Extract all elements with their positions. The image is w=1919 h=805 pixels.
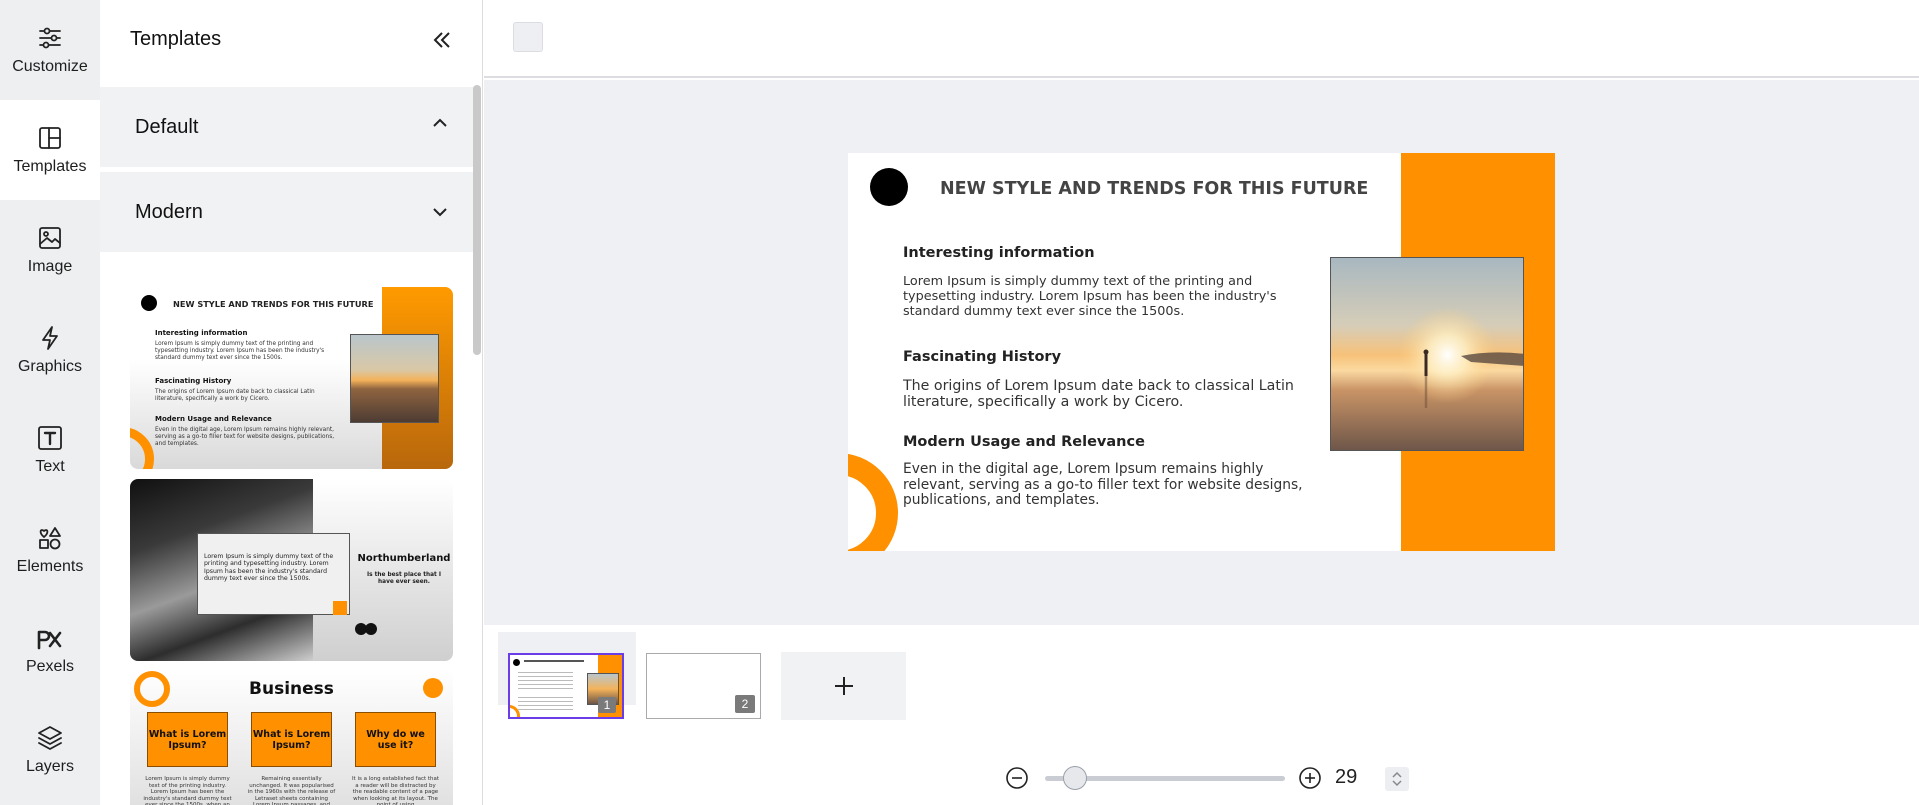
page-thumb-1[interactable]: 1 bbox=[508, 653, 624, 719]
mini-dot bbox=[513, 659, 520, 666]
layout-icon bbox=[39, 127, 61, 149]
nav-label: Image bbox=[27, 258, 73, 275]
left-nav: Customize Templates Image Graphics Text … bbox=[0, 0, 100, 805]
thumb-p2: The origins of Lorem Ipsum date back to … bbox=[155, 389, 315, 402]
nav-label: Text bbox=[35, 458, 65, 475]
thumb-col-2: Remaining essentially unchanged. It was … bbox=[247, 776, 336, 805]
plus-icon bbox=[834, 677, 853, 695]
section-label: Default bbox=[135, 115, 199, 138]
chevron-down-icon bbox=[433, 208, 447, 217]
section-modern[interactable]: Modern bbox=[100, 172, 475, 252]
nav-label: Templates bbox=[13, 158, 87, 175]
section-heading-3[interactable]: Modern Usage and Relevance bbox=[903, 434, 1145, 450]
sunset-beach-image bbox=[1331, 258, 1523, 450]
plus-circle-icon bbox=[1299, 767, 1321, 789]
slide-canvas[interactable]: NEW STYLE AND TRENDS FOR THIS FUTURE Int… bbox=[848, 153, 1555, 551]
thumb-arc bbox=[130, 427, 154, 469]
zoom-value[interactable]: 29 bbox=[1335, 766, 1357, 789]
section-default[interactable]: Default bbox=[100, 87, 475, 167]
section-text-1[interactable]: Lorem Ipsum is simply dummy text of the … bbox=[903, 274, 1303, 319]
nav-graphics[interactable]: Graphics bbox=[0, 300, 100, 400]
thumb-h2: Fascinating History bbox=[155, 377, 232, 385]
nav-label: Pexels bbox=[25, 658, 75, 675]
panel-scrollbar[interactable] bbox=[473, 85, 481, 355]
add-page-button[interactable] bbox=[781, 652, 906, 720]
panel-title: Templates bbox=[130, 28, 222, 50]
thumb-p3: Even in the digital age, Lorem Ipsum rem… bbox=[155, 427, 335, 447]
color-swatch-button[interactable] bbox=[513, 22, 543, 52]
minus-circle-icon bbox=[1006, 767, 1028, 789]
zoom-in-button[interactable] bbox=[1298, 766, 1322, 790]
thumb-h3: Modern Usage and Relevance bbox=[155, 415, 272, 423]
template-thumb-3[interactable]: Business What is Lorem Ipsum? What is Lo… bbox=[130, 669, 453, 805]
section-text-3[interactable]: Even in the digital age, Lorem Ipsum rem… bbox=[903, 461, 1313, 509]
thumb-dot bbox=[141, 295, 157, 311]
top-toolbar bbox=[484, 0, 1919, 78]
nav-label: Elements bbox=[16, 558, 84, 575]
slide-photo[interactable] bbox=[1330, 257, 1524, 451]
template-thumb-2[interactable]: Lorem Ipsum is simply dummy text of the … bbox=[130, 479, 453, 661]
thumb-title: NEW STYLE AND TRENDS FOR THIS FUTURE bbox=[173, 299, 374, 309]
collapse-panel-button[interactable] bbox=[430, 28, 454, 52]
decorative-arc bbox=[848, 453, 898, 551]
nav-image[interactable]: Image bbox=[0, 200, 100, 300]
thumb-box-3: Why do we use it? bbox=[355, 712, 436, 767]
zoom-stepper[interactable] bbox=[1385, 767, 1409, 791]
thumb-heading: Northumberland bbox=[357, 553, 451, 564]
thumb-photo bbox=[350, 334, 439, 423]
thumb-heading: Business bbox=[249, 679, 334, 699]
nav-templates[interactable]: Templates bbox=[0, 100, 100, 200]
nav-elements[interactable]: Elements bbox=[0, 500, 100, 600]
mini-text-lines bbox=[518, 672, 573, 692]
thumb-p1: Lorem Ipsum is simply dummy text of the … bbox=[155, 341, 325, 361]
decorative-dot[interactable] bbox=[870, 168, 908, 206]
zoom-out-button[interactable] bbox=[1005, 766, 1029, 790]
chevron-up-icon bbox=[433, 118, 447, 127]
thumb-h1: Interesting information bbox=[155, 329, 248, 337]
editor-app: Customize Templates Image Graphics Text … bbox=[0, 0, 1919, 805]
section-heading-1[interactable]: Interesting information bbox=[903, 245, 1095, 261]
nav-pexels[interactable]: Pexels bbox=[0, 600, 100, 700]
pexels-icon bbox=[37, 630, 62, 650]
section-text-2[interactable]: The origins of Lorem Ipsum date back to … bbox=[903, 378, 1313, 410]
thumb-box-1: What is Lorem Ipsum? bbox=[147, 712, 228, 767]
layers-icon bbox=[38, 726, 62, 750]
thumb-box-text: Lorem Ipsum is simply dummy text of the … bbox=[204, 553, 334, 583]
thumb-box-2: What is Lorem Ipsum? bbox=[251, 712, 332, 767]
sliders-icon bbox=[39, 27, 61, 49]
image-icon bbox=[39, 227, 61, 249]
thumb-col-1: Lorem Ipsum is simply dummy text of the … bbox=[143, 776, 232, 805]
thumb-accent-square bbox=[333, 601, 347, 615]
section-heading-2[interactable]: Fascinating History bbox=[903, 349, 1061, 365]
page-number: 2 bbox=[735, 695, 755, 713]
thumb-col-3: It is a long established fact that a rea… bbox=[351, 776, 440, 805]
nav-label: Customize bbox=[12, 58, 88, 75]
nav-layers[interactable]: Layers bbox=[0, 700, 100, 800]
thumb-dot-b bbox=[365, 623, 377, 635]
lightning-icon bbox=[42, 326, 58, 350]
mini-text-lines bbox=[518, 697, 573, 713]
nav-label: Layers bbox=[25, 758, 75, 775]
thumb-sub: Is the best place that I have ever seen. bbox=[367, 572, 441, 585]
template-thumb-1[interactable]: NEW STYLE AND TRENDS FOR THIS FUTURE Int… bbox=[130, 287, 453, 469]
templates-panel: Templates Default Modern NEW STYLE AND T… bbox=[100, 0, 483, 805]
chevron-up-down-icon bbox=[1392, 771, 1402, 787]
mini-title-line bbox=[524, 660, 584, 662]
zoom-controls: 29 bbox=[1005, 763, 1425, 793]
page-thumb-2[interactable]: 2 bbox=[646, 653, 761, 719]
text-icon bbox=[38, 426, 62, 450]
nav-customize[interactable]: Customize bbox=[0, 0, 100, 100]
double-chevron-left-icon bbox=[433, 32, 450, 48]
zoom-slider-handle[interactable] bbox=[1063, 766, 1087, 790]
page-number: 1 bbox=[598, 697, 616, 713]
slide-title[interactable]: NEW STYLE AND TRENDS FOR THIS FUTURE bbox=[940, 179, 1368, 199]
nav-label: Graphics bbox=[17, 358, 83, 375]
shapes-icon bbox=[39, 527, 61, 550]
nav-text[interactable]: Text bbox=[0, 400, 100, 500]
section-label: Modern bbox=[135, 200, 203, 223]
